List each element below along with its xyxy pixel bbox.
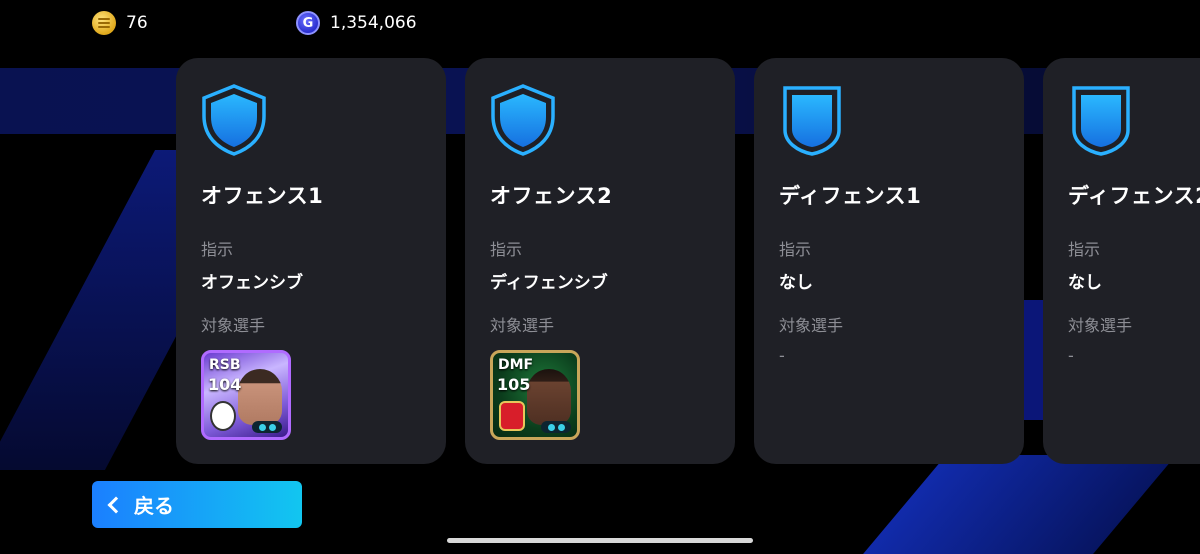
player-rating: 105 — [497, 375, 531, 394]
no-player-placeholder: - — [779, 346, 785, 365]
card-title: オフェンス1 — [201, 184, 324, 208]
background-stripe — [853, 455, 1177, 554]
instruction-label: 指示 — [490, 240, 523, 259]
skill-icons — [541, 421, 571, 433]
home-indicator[interactable] — [447, 538, 753, 543]
target-player-label: 対象選手 — [490, 316, 555, 335]
gp-display: G 1,354,066 — [296, 11, 417, 35]
back-button[interactable]: 戻る — [92, 481, 302, 528]
screen: 76 G 1,354,066 オフェンス1 指示 オフェンシブ 対象選手 RSB… — [0, 0, 1200, 554]
instruction-value: なし — [779, 273, 813, 293]
skill-icons — [252, 421, 282, 433]
card-title: オフェンス2 — [490, 184, 613, 208]
instruction-card-offense-2[interactable]: オフェンス2 指示 ディフェンシブ 対象選手 DMF 105 — [465, 58, 735, 464]
gp-value: 1,354,066 — [330, 13, 417, 33]
player-rating: 104 — [208, 375, 242, 394]
coins-value: 76 — [126, 13, 148, 33]
no-player-placeholder: - — [1068, 346, 1074, 365]
player-card[interactable]: RSB 104 — [201, 350, 291, 440]
card-title: ディフェンス2 — [1068, 184, 1200, 208]
instruction-label: 指示 — [201, 240, 234, 259]
instruction-value: なし — [1068, 273, 1102, 293]
target-player-label: 対象選手 — [779, 316, 844, 335]
club-badge-icon — [499, 401, 525, 431]
instruction-label: 指示 — [779, 240, 812, 259]
card-title: ディフェンス1 — [779, 184, 922, 208]
shield-flat-icon — [1072, 86, 1130, 156]
player-position: DMF — [498, 357, 534, 373]
coins-display: 76 — [92, 11, 148, 35]
player-photo — [527, 369, 571, 425]
player-position: RSB — [209, 357, 241, 373]
player-photo — [238, 369, 282, 425]
ecoin-icon — [92, 11, 116, 35]
chevron-left-icon — [107, 496, 125, 513]
instruction-card-offense-1[interactable]: オフェンス1 指示 オフェンシブ 対象選手 RSB 104 — [176, 58, 446, 464]
shield-chevron-icon — [202, 84, 266, 156]
instruction-label: 指示 — [1068, 240, 1101, 259]
target-player-label: 対象選手 — [201, 316, 266, 335]
club-badge-icon — [210, 401, 236, 431]
shield-chevron-icon — [491, 84, 555, 156]
target-player-label: 対象選手 — [1068, 316, 1133, 335]
instruction-card-defense-1[interactable]: ディフェンス1 指示 なし 対象選手 - — [754, 58, 1024, 464]
shield-flat-icon — [783, 86, 841, 156]
instruction-value: オフェンシブ — [201, 273, 303, 293]
instruction-card-defense-2[interactable]: ディフェンス2 指示 なし 対象選手 - — [1043, 58, 1200, 464]
gp-icon: G — [296, 11, 320, 35]
player-card[interactable]: DMF 105 — [490, 350, 580, 440]
back-button-label: 戻る — [134, 494, 174, 518]
instruction-value: ディフェンシブ — [490, 273, 608, 293]
